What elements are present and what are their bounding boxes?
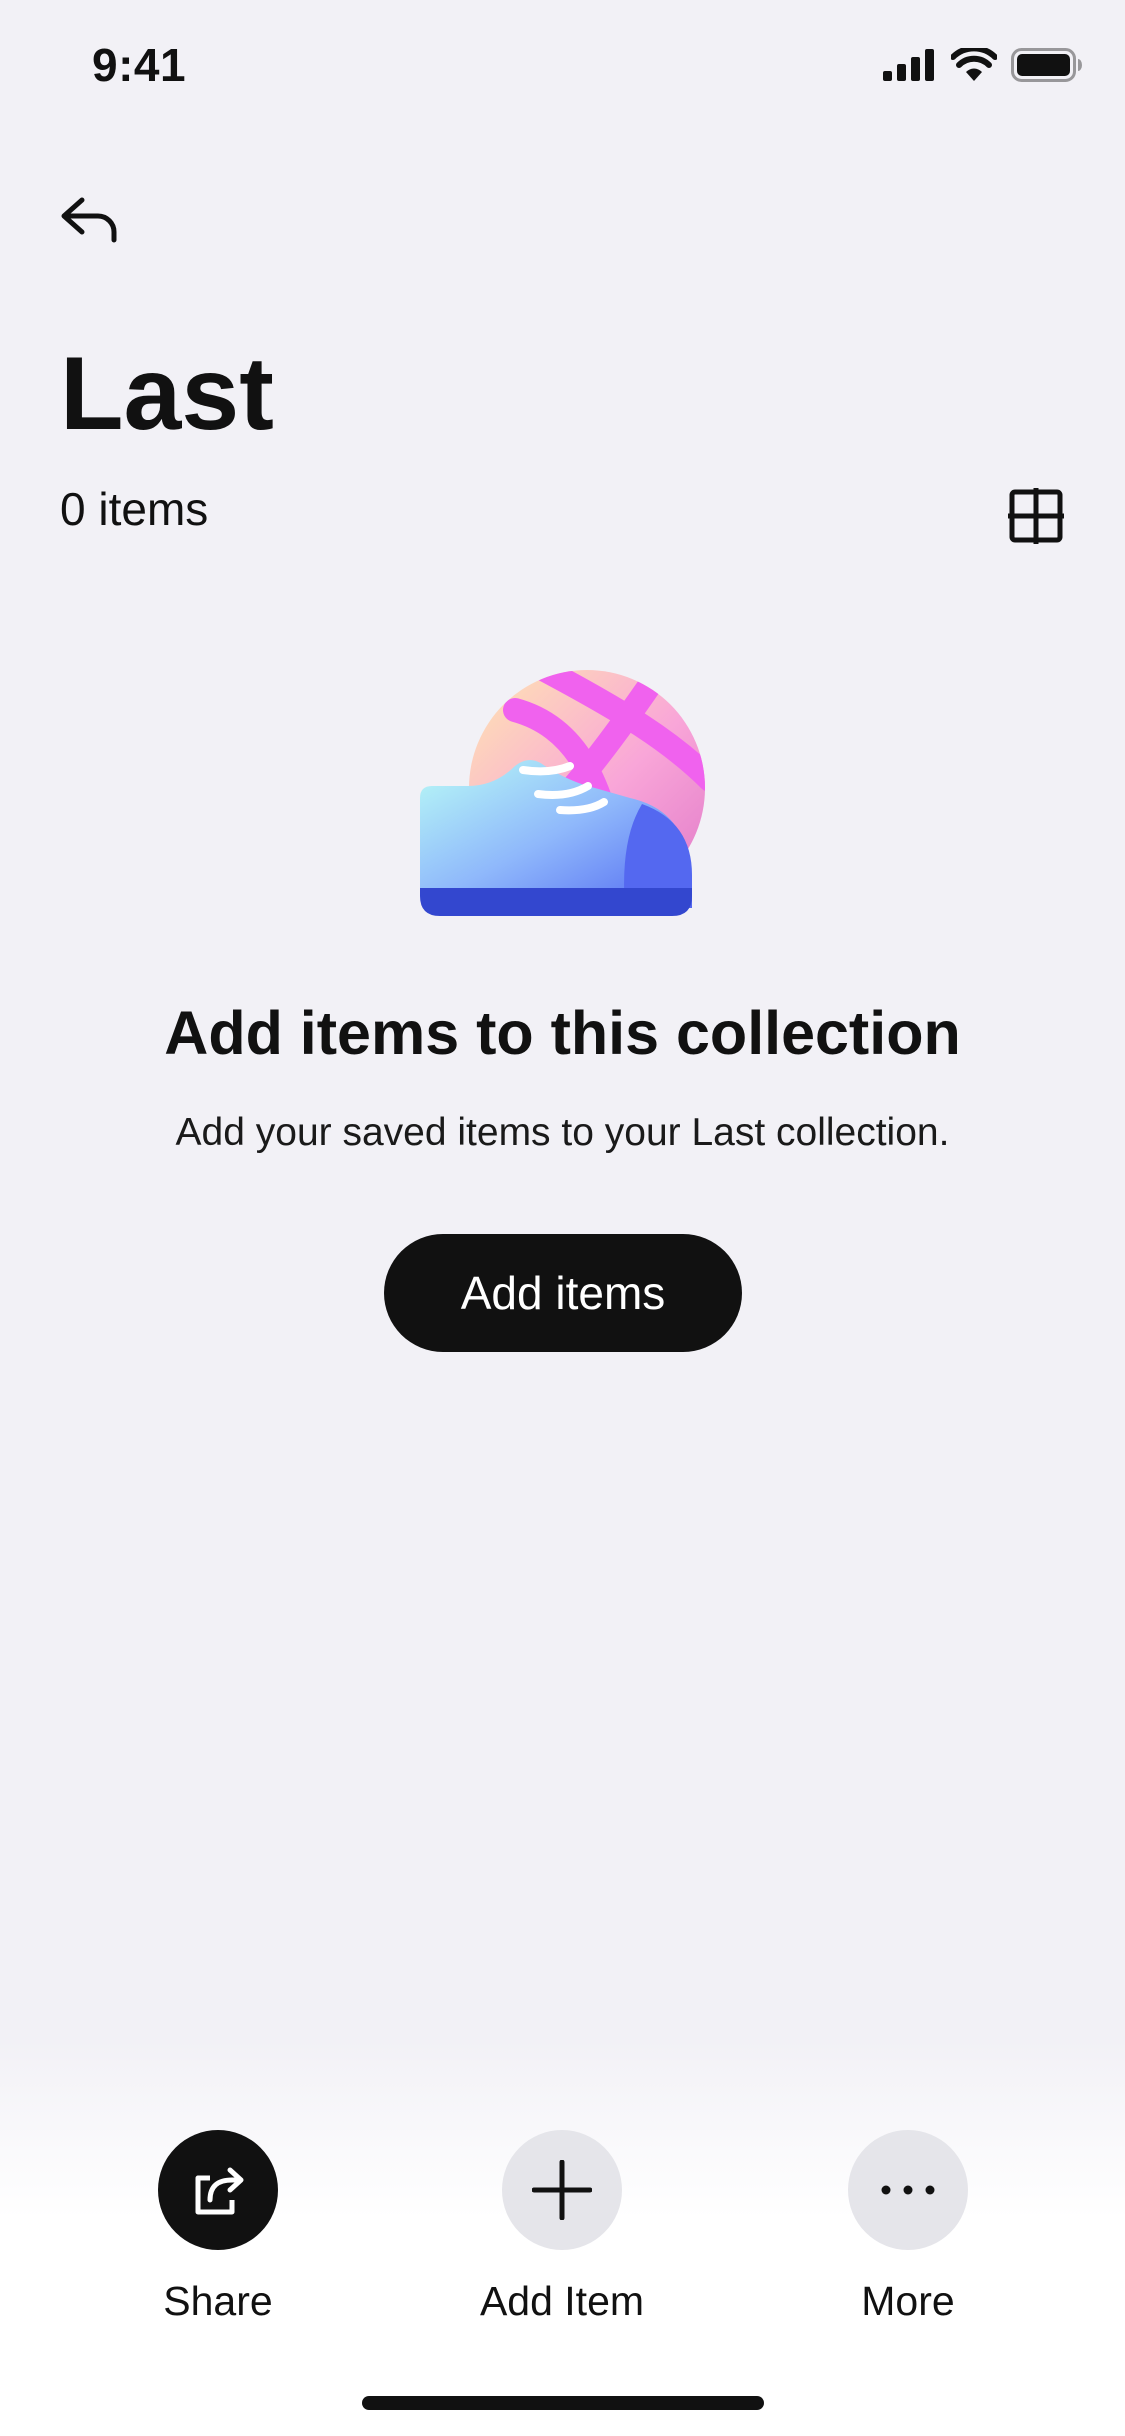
grid-view-button[interactable] [1004, 484, 1068, 548]
more-label: More [861, 2278, 955, 2324]
home-indicator[interactable] [362, 2396, 764, 2410]
share-icon [195, 2167, 244, 2215]
empty-state-title: Add items to this collection [164, 999, 961, 1067]
wifi-icon [951, 48, 997, 81]
more-button[interactable] [848, 2130, 968, 2250]
add-items-button[interactable]: Add items [384, 1234, 742, 1352]
ball-and-shoe-illustration [420, 670, 705, 916]
empty-state-description: Add your saved items to your Last collec… [175, 1111, 950, 1154]
plus-icon [532, 2160, 592, 2220]
status-bar: 9:41 [0, 0, 1125, 140]
share-action[interactable]: Share [88, 2130, 348, 2325]
item-count: 0 items [60, 483, 209, 535]
share-button[interactable] [158, 2130, 278, 2250]
collection-title: Last [60, 336, 274, 452]
share-label: Share [163, 2278, 273, 2324]
add-item-button[interactable] [502, 2130, 622, 2250]
add-item-label: Add Item [479, 2278, 645, 2324]
back-arrow-icon [61, 197, 117, 243]
ellipsis-icon [881, 2185, 935, 2195]
status-time: 9:41 [92, 39, 187, 91]
battery-icon [1011, 48, 1082, 82]
cellular-signal-icon [883, 49, 934, 81]
status-icons [883, 48, 1083, 82]
more-action[interactable]: More [778, 2130, 1038, 2325]
add-item-action[interactable]: Add Item [432, 2130, 692, 2325]
grid-icon [1008, 488, 1064, 544]
back-button[interactable] [54, 188, 126, 252]
